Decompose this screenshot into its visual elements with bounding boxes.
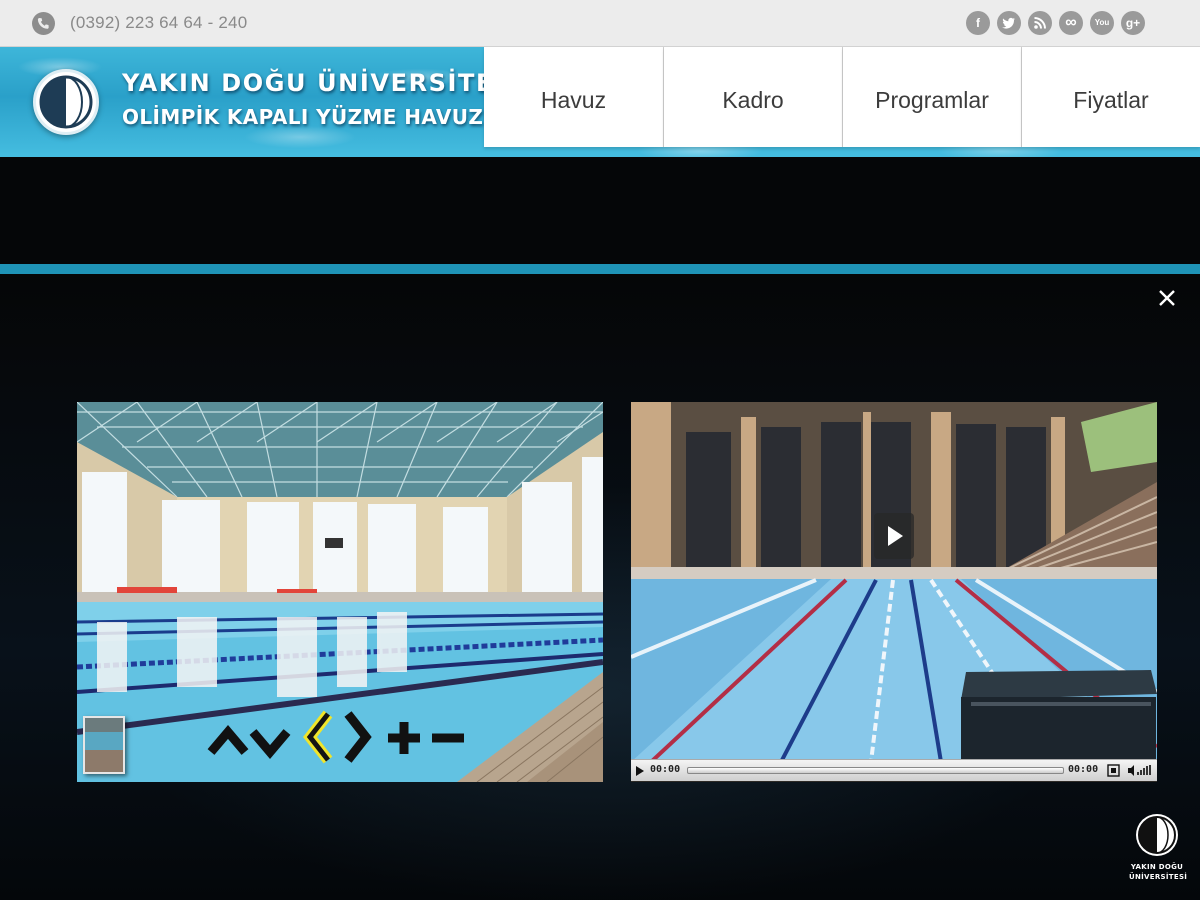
right-arrow-icon[interactable] [340,708,376,766]
phone-icon [32,12,55,35]
phone-number: (0392) 223 64 64 - 240 [70,13,248,32]
video-duration: 00:00 [1068,764,1099,775]
left-arrow-icon[interactable] [300,708,336,766]
footer-university-logo[interactable]: YAKIN DOĞU ÜNİVERSİTESİ [1129,814,1187,884]
flickr-icon[interactable]: ∞ [1059,11,1083,35]
top-bar: (0392) 223 64 64 - 240 f ∞ You g+ [0,0,1200,47]
rss-icon[interactable] [1028,11,1052,35]
nav-item-programlar[interactable]: Programlar [843,47,1022,147]
facebook-icon[interactable]: f [966,11,990,35]
plus-icon[interactable] [384,708,424,766]
google-plus-icon[interactable]: g+ [1121,11,1145,35]
site-title-line2: OLİMPİK KAPALI YÜZME HAVUZU [122,105,500,129]
site-header: YAKIN DOĞU ÜNİVERSİTESİ OLİMPİK KAPALI Y… [0,47,1200,157]
video-controls: 00:00 00:00 [631,759,1157,781]
nav-item-kadro[interactable]: Kadro [664,47,843,147]
dark-band [0,157,1200,264]
close-icon[interactable] [1155,286,1179,310]
nav-item-havuz[interactable]: Havuz [484,47,664,147]
footer-brand-line1: YAKIN DOĞU [1130,863,1184,871]
site-title-line1: YAKIN DOĞU ÜNİVERSİTESİ [122,69,524,97]
footer-brand-line2: ÜNİVERSİTESİ [1129,873,1188,881]
fullscreen-icon[interactable] [1107,764,1120,777]
university-logo-icon [1136,814,1178,856]
university-logo-icon[interactable] [33,69,99,135]
youtube-icon[interactable]: You [1090,11,1114,35]
twitter-icon[interactable] [997,11,1021,35]
up-arrow-icon[interactable] [207,708,249,764]
video-seek-bar[interactable] [687,767,1064,774]
play-icon[interactable] [874,513,914,559]
nav-item-fiyatlar[interactable]: Fiyatlar [1022,47,1200,147]
down-arrow-icon[interactable] [249,708,291,764]
play-icon[interactable] [635,765,645,777]
accent-line [0,264,1200,274]
pool-video[interactable] [631,402,1157,782]
gallery-thumbnail[interactable] [83,716,125,774]
volume-icon[interactable] [1127,764,1153,777]
video-current-time: 00:00 [650,764,681,775]
minus-icon[interactable] [428,708,468,766]
